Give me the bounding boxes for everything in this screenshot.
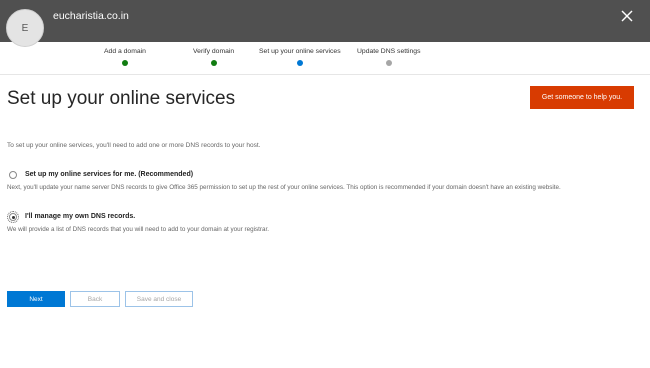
- close-icon[interactable]: [620, 9, 634, 23]
- step-label: Set up your online services: [259, 48, 341, 55]
- avatar-initial: E: [21, 22, 29, 34]
- progress-steps: Add a domain Verify domain Set up your o…: [0, 42, 650, 75]
- option-label[interactable]: I'll manage my own DNS records.: [25, 213, 135, 220]
- step-label: Add a domain: [104, 48, 146, 55]
- option-label[interactable]: Set up my online services for me. (Recom…: [25, 171, 193, 178]
- step-update-dns: Update DNS settings: [357, 48, 420, 66]
- step-setup-services: Set up your online services: [259, 48, 341, 66]
- domain-title: eucharistia.co.in: [53, 10, 129, 22]
- step-verify-domain: Verify domain: [193, 48, 234, 66]
- step-pending-icon: [385, 60, 392, 66]
- option-description: We will provide a list of DNS records th…: [7, 226, 270, 233]
- step-label: Verify domain: [193, 48, 235, 55]
- get-help-button[interactable]: Get someone to help you.: [530, 86, 634, 109]
- step-label: Update DNS settings: [357, 48, 421, 55]
- radio-manage-dns[interactable]: [7, 211, 19, 223]
- step-current-icon: [296, 60, 303, 66]
- option-description: Next, you'll update your name server DNS…: [7, 184, 561, 191]
- step-add-domain: Add a domain: [104, 48, 146, 66]
- intro-text: To set up your online services, you'll n…: [7, 142, 261, 149]
- page-title: Set up your online services: [7, 88, 236, 109]
- top-bar: eucharistia.co.in: [0, 0, 650, 42]
- avatar[interactable]: E: [6, 9, 44, 47]
- radio-auto-setup[interactable]: [9, 171, 17, 179]
- step-complete-icon: [210, 60, 217, 66]
- save-and-close-button[interactable]: Save and close: [125, 291, 193, 307]
- step-complete-icon: [121, 60, 128, 66]
- next-button[interactable]: Next: [7, 291, 65, 307]
- back-button[interactable]: Back: [70, 291, 120, 307]
